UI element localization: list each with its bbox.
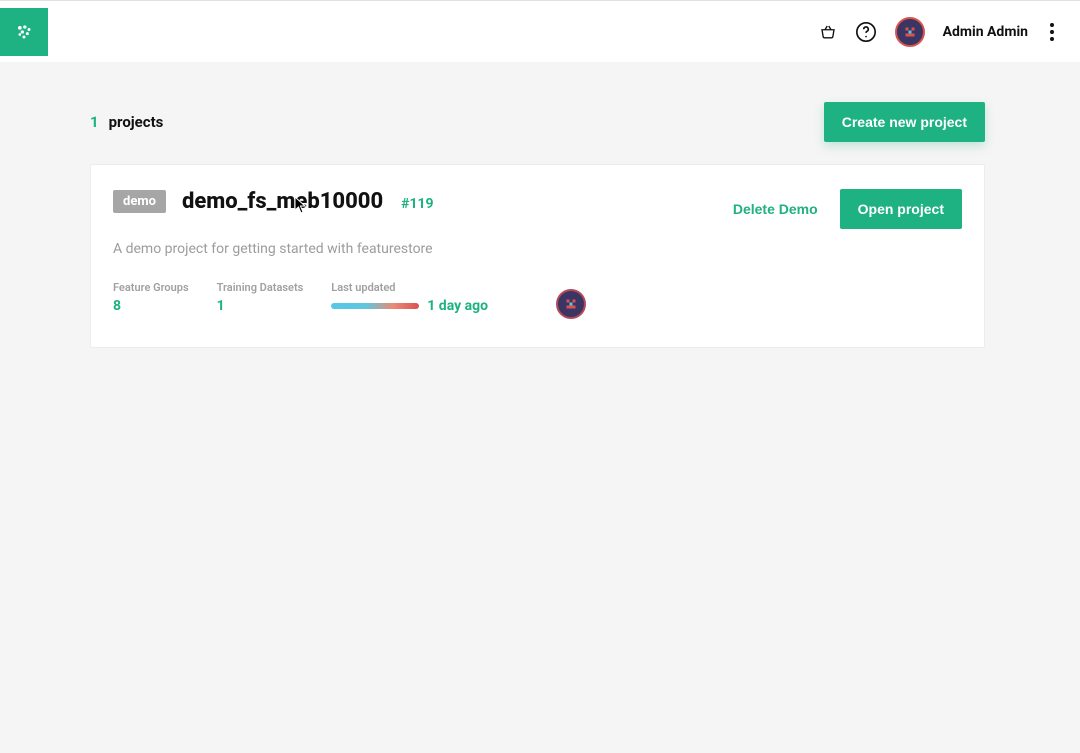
project-card: demo demo_fs_meb10000 #119 Delete Demo O…: [90, 164, 985, 348]
username-label: Admin Admin: [943, 24, 1028, 40]
card-header: demo demo_fs_meb10000 #119 Delete Demo O…: [113, 189, 962, 229]
basket-icon[interactable]: [819, 23, 837, 41]
count-label: projects: [109, 113, 164, 131]
open-project-button[interactable]: Open project: [840, 189, 962, 229]
demo-badge: demo: [113, 190, 166, 213]
more-menu-icon[interactable]: [1046, 19, 1058, 45]
logo-icon: [14, 22, 34, 42]
stat-label: Training Datasets: [217, 281, 304, 294]
stat-last-updated: Last updated 1 day ago: [331, 281, 488, 314]
list-header: 1 projects Create new project: [90, 102, 985, 142]
stat-feature-groups: Feature Groups 8: [113, 281, 189, 314]
top-right-controls: Admin Admin: [819, 17, 1080, 47]
stat-value: 8: [113, 298, 189, 314]
card-actions: Delete Demo Open project: [733, 189, 962, 229]
top-bar: Admin Admin: [0, 0, 1080, 62]
user-avatar[interactable]: [895, 17, 925, 47]
project-count: 1 projects: [90, 113, 163, 131]
stat-value: 1 day ago: [427, 298, 488, 314]
count-number: 1: [90, 113, 99, 131]
updated-row: 1 day ago: [331, 298, 488, 314]
project-stats: Feature Groups 8 Training Datasets 1 Las…: [113, 281, 962, 319]
project-description: A demo project for getting started with …: [113, 241, 962, 257]
help-icon[interactable]: [855, 21, 877, 43]
stat-label: Feature Groups: [113, 281, 189, 294]
delete-demo-button[interactable]: Delete Demo: [733, 201, 818, 217]
create-project-button[interactable]: Create new project: [824, 102, 985, 142]
stat-value: 1: [217, 298, 304, 314]
app-logo[interactable]: [0, 8, 48, 56]
project-id: #119: [401, 196, 433, 214]
card-title-group: demo demo_fs_meb10000 #119: [113, 189, 434, 214]
freshness-bar: [331, 303, 419, 309]
main-content: 1 projects Create new project demo demo_…: [0, 62, 1080, 348]
stat-label: Last updated: [331, 281, 488, 294]
stat-training-datasets: Training Datasets 1: [217, 281, 304, 314]
project-name[interactable]: demo_fs_meb10000: [182, 189, 383, 214]
contributor-avatar[interactable]: [556, 289, 586, 319]
